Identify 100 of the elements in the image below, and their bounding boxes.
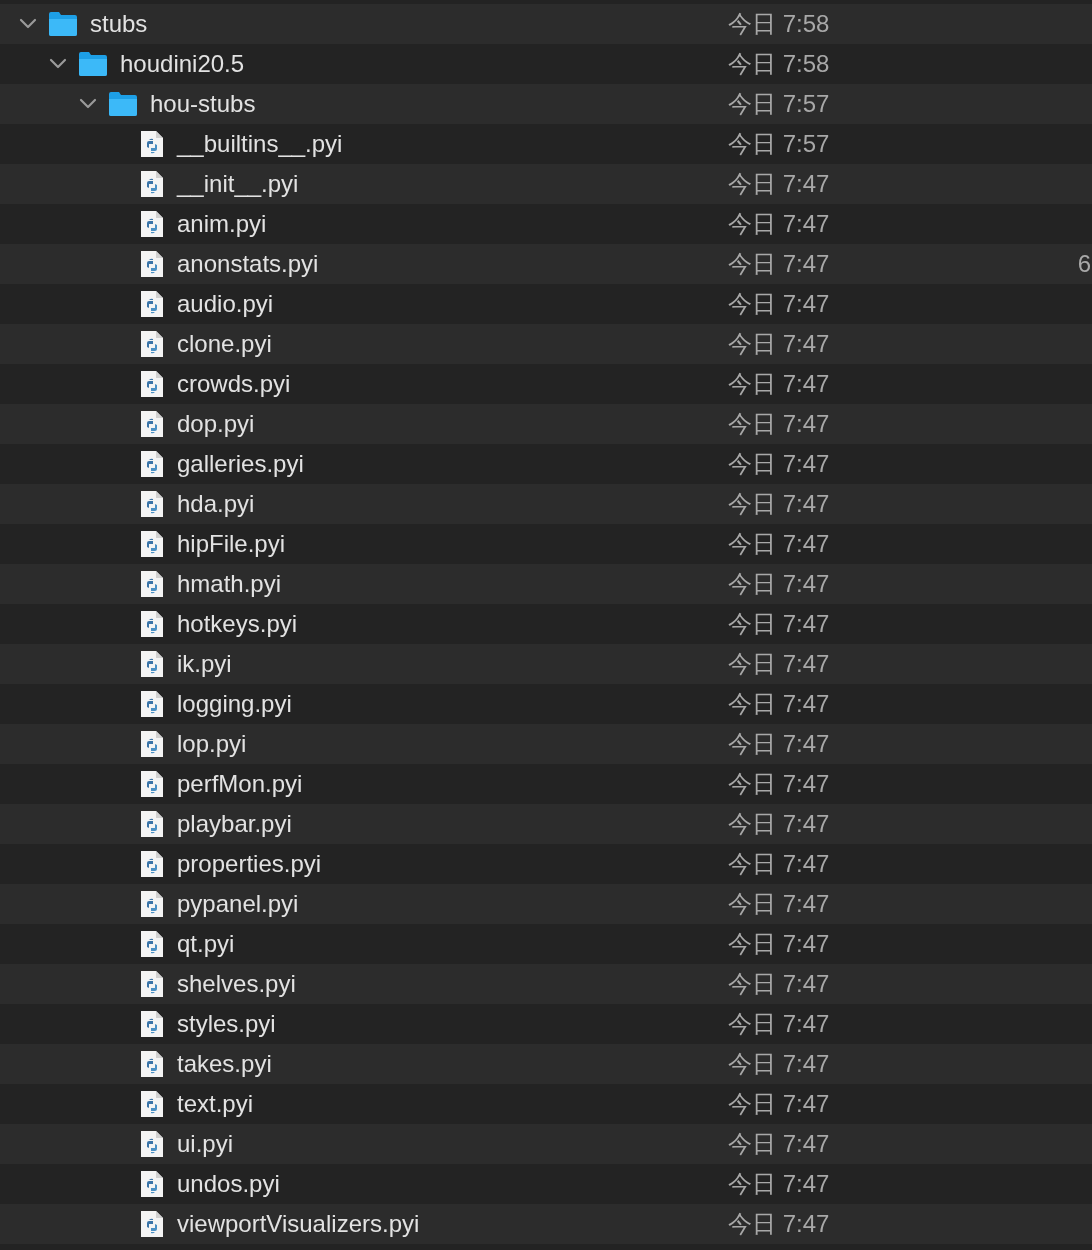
python-file-icon bbox=[140, 290, 164, 318]
file-name: perfMon.pyi bbox=[177, 770, 303, 798]
file-name: styles.pyi bbox=[177, 1010, 276, 1038]
python-file-icon bbox=[140, 1010, 164, 1038]
file-name: lop.pyi bbox=[177, 730, 247, 758]
modified-date: 今日 7:47 bbox=[728, 929, 830, 959]
python-file-icon bbox=[140, 530, 164, 558]
python-file-icon bbox=[140, 650, 164, 678]
file-row[interactable]: takes.pyi 今日 7:47 bbox=[0, 1044, 1092, 1084]
file-row[interactable]: stubs 今日 7:58 bbox=[0, 4, 1092, 44]
file-name: pypanel.pyi bbox=[177, 890, 299, 918]
file-name: hotkeys.pyi bbox=[177, 610, 298, 638]
modified-date: 今日 7:47 bbox=[728, 1209, 830, 1239]
modified-date: 今日 7:47 bbox=[728, 849, 830, 879]
file-name: hmath.pyi bbox=[177, 570, 282, 598]
file-name: galleries.pyi bbox=[177, 450, 304, 478]
python-file-icon bbox=[140, 1210, 164, 1238]
file-name: __builtins__.pyi bbox=[177, 130, 343, 158]
file-name: takes.pyi bbox=[177, 1050, 272, 1078]
python-file-icon bbox=[140, 450, 164, 478]
python-file-icon bbox=[140, 610, 164, 638]
python-file-icon bbox=[140, 1130, 164, 1158]
file-row[interactable]: __init__.pyi 今日 7:47 bbox=[0, 164, 1092, 204]
modified-date: 今日 7:47 bbox=[728, 329, 830, 359]
modified-date: 今日 7:47 bbox=[728, 809, 830, 839]
python-file-icon bbox=[140, 250, 164, 278]
python-file-icon bbox=[140, 570, 164, 598]
file-row[interactable]: playbar.pyi 今日 7:47 bbox=[0, 804, 1092, 844]
file-name: playbar.pyi bbox=[177, 810, 292, 838]
python-file-icon bbox=[140, 410, 164, 438]
modified-date: 今日 7:47 bbox=[728, 489, 830, 519]
file-name: dop.pyi bbox=[177, 410, 255, 438]
modified-date: 今日 7:47 bbox=[728, 1009, 830, 1039]
folder-icon bbox=[48, 11, 78, 37]
python-file-icon bbox=[140, 690, 164, 718]
file-row[interactable]: hda.pyi 今日 7:47 bbox=[0, 484, 1092, 524]
file-name: properties.pyi bbox=[177, 850, 322, 878]
file-name: anonstats.pyi bbox=[177, 250, 319, 278]
file-name: viewportVisualizers.pyi bbox=[177, 1210, 420, 1238]
file-row[interactable]: clone.pyi 今日 7:47 bbox=[0, 324, 1092, 364]
file-row[interactable]: shelves.pyi 今日 7:47 bbox=[0, 964, 1092, 1004]
file-row[interactable]: viewportVisualizers.pyi 今日 7:47 bbox=[0, 1204, 1092, 1244]
file-name: shelves.pyi bbox=[177, 970, 296, 998]
modified-date: 今日 7:47 bbox=[728, 969, 830, 999]
folder-icon bbox=[108, 91, 138, 117]
file-row[interactable]: pypanel.pyi 今日 7:47 bbox=[0, 884, 1092, 924]
python-file-icon bbox=[140, 930, 164, 958]
modified-date: 今日 7:47 bbox=[728, 609, 830, 639]
python-file-icon bbox=[140, 370, 164, 398]
file-row[interactable]: anonstats.pyi 今日 7:47 6 bbox=[0, 244, 1092, 284]
python-file-icon bbox=[140, 890, 164, 918]
file-name: houdini20.5 bbox=[120, 50, 245, 78]
file-row[interactable]: hmath.pyi 今日 7:47 bbox=[0, 564, 1092, 604]
folder-icon bbox=[78, 51, 108, 77]
modified-date: 今日 7:47 bbox=[728, 1089, 830, 1119]
modified-date: 今日 7:47 bbox=[728, 529, 830, 559]
modified-date: 今日 7:47 bbox=[728, 249, 830, 279]
python-file-icon bbox=[140, 970, 164, 998]
modified-date: 今日 7:47 bbox=[728, 649, 830, 679]
python-file-icon bbox=[140, 850, 164, 878]
file-row[interactable]: hou-stubs 今日 7:57 bbox=[0, 84, 1092, 124]
python-file-icon bbox=[140, 730, 164, 758]
modified-date: 今日 7:47 bbox=[728, 689, 830, 719]
file-name: anim.pyi bbox=[177, 210, 267, 238]
modified-date: 今日 7:47 bbox=[728, 889, 830, 919]
python-file-icon bbox=[140, 1050, 164, 1078]
python-file-icon bbox=[140, 770, 164, 798]
file-name: hipFile.pyi bbox=[177, 530, 286, 558]
file-name: ik.pyi bbox=[177, 650, 232, 678]
modified-date: 今日 7:47 bbox=[728, 1129, 830, 1159]
python-file-icon bbox=[140, 1090, 164, 1118]
file-row[interactable]: ik.pyi 今日 7:47 bbox=[0, 644, 1092, 684]
modified-date: 今日 7:47 bbox=[728, 729, 830, 759]
file-name: ui.pyi bbox=[177, 1130, 234, 1158]
modified-date: 今日 7:47 bbox=[728, 769, 830, 799]
modified-date: 今日 7:47 bbox=[728, 449, 830, 479]
file-row[interactable]: ui.pyi 今日 7:47 bbox=[0, 1124, 1092, 1164]
modified-date: 今日 7:58 bbox=[728, 9, 830, 39]
column-3-text: 6 bbox=[1077, 250, 1092, 278]
python-file-icon bbox=[140, 210, 164, 238]
modified-date: 今日 7:47 bbox=[728, 209, 830, 239]
file-name: __init__.pyi bbox=[177, 170, 299, 198]
modified-date: 今日 7:47 bbox=[728, 1049, 830, 1079]
python-file-icon bbox=[140, 490, 164, 518]
file-name: hou-stubs bbox=[150, 90, 256, 118]
file-name: clone.pyi bbox=[177, 330, 272, 358]
file-name: text.pyi bbox=[177, 1090, 254, 1118]
modified-date: 今日 7:57 bbox=[728, 129, 830, 159]
file-name: qt.pyi bbox=[177, 930, 235, 958]
file-name: crowds.pyi bbox=[177, 370, 291, 398]
modified-date: 今日 7:47 bbox=[728, 409, 830, 439]
python-file-icon bbox=[140, 170, 164, 198]
python-file-icon bbox=[140, 330, 164, 358]
modified-date: 今日 7:47 bbox=[728, 169, 830, 199]
modified-date: 今日 7:57 bbox=[728, 89, 830, 119]
file-row[interactable]: dop.pyi 今日 7:47 bbox=[0, 404, 1092, 444]
file-row[interactable]: lop.pyi 今日 7:47 bbox=[0, 724, 1092, 764]
file-name: undos.pyi bbox=[177, 1170, 280, 1198]
modified-date: 今日 7:47 bbox=[728, 569, 830, 599]
modified-date: 今日 7:47 bbox=[728, 369, 830, 399]
